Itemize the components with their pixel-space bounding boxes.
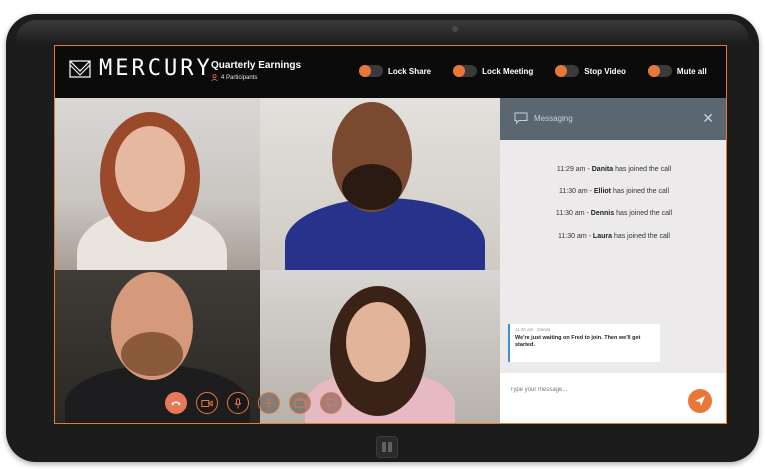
meeting-info: Quarterly Earnings 4 Participants [211,60,301,81]
message-text: has joined the call [612,188,670,195]
send-button[interactable] [688,389,712,413]
message-text: has joined the call [613,233,670,240]
video-tile-1[interactable] [55,98,260,270]
message-icon [514,112,528,124]
participant-count-label: 4 Participants [221,74,258,81]
top-bar: MERCURY Quarterly Earnings 4 Participant… [55,46,726,98]
lock-share-control[interactable]: Lock Share [359,65,431,77]
microphone-button[interactable] [227,392,249,414]
participant-count: 4 Participants [211,74,301,81]
video-button[interactable] [196,392,218,414]
hang-up-button[interactable] [165,392,187,414]
video-camera-icon [201,399,213,407]
send-icon [695,396,705,406]
message-time: 11:30 am [555,210,585,217]
app-screen: MERCURY Quarterly Earnings 4 Participant… [54,45,727,424]
chat-sender: Danita [537,327,551,332]
messaging-title: Messaging [534,114,573,123]
stop-video-label: Stop Video [584,66,626,76]
video-tile-2[interactable] [260,98,500,270]
chat-time: 11:30 am [515,327,534,332]
chat-icon [326,398,336,408]
front-camera [452,26,458,32]
mute-all-control[interactable]: Mute all [647,65,707,77]
message-text: has joined the call [616,210,673,217]
lock-meeting-toggle[interactable] [453,65,478,77]
system-message: 11:30 am - Laura has joined the call [558,233,670,240]
meeting-controls: Lock Share Lock Meeting Stop Video Mute … [359,65,726,77]
lock-meeting-label: Lock Meeting [482,66,534,76]
lock-meeting-control[interactable]: Lock Meeting [453,65,533,77]
tablet-bezel-highlight [16,20,749,44]
chat-text: We're just waiting on Fred to join. Then… [515,335,641,348]
system-message: 11:30 am - Dennis has joined the call [555,210,673,217]
lock-share-toggle[interactable] [359,65,383,77]
add-icon [265,399,273,407]
add-participant-button[interactable] [258,392,280,414]
message-name: Elliot [593,188,612,195]
system-message: 11:29 am - Danita has joined the call [556,166,672,173]
app-logo: MERCURY [69,58,213,80]
stop-video-control[interactable]: Stop Video [555,65,626,77]
message-time: 11:29 am [556,166,586,173]
app-name: MERCURY [99,56,213,81]
message-name: Dennis [590,210,615,217]
messaging-header: Messaging ✕ [500,98,726,140]
message-name: Laura [592,233,612,240]
participant-beard [342,164,402,210]
messaging-panel: Messaging ✕ 11:29 am - Danita has joined… [500,98,726,423]
participant-face [115,126,185,212]
message-time: 11:30 am [558,233,587,240]
mute-all-label: Mute all [676,66,707,76]
mute-all-toggle[interactable] [647,65,672,77]
screen-share-button[interactable] [289,392,311,414]
chat-message: 11:30 am Danita We're just waiting on Fr… [508,324,660,362]
lock-share-label: Lock Share [388,66,432,76]
mercury-logo-icon [69,60,91,78]
screen-share-icon [294,398,306,408]
stop-video-toggle[interactable] [555,65,580,77]
message-composer [500,373,726,423]
message-input[interactable] [508,383,672,397]
message-text: has joined the call [615,166,672,173]
meeting-title: Quarterly Earnings [211,60,302,71]
person-icon [211,74,218,81]
close-icon[interactable]: ✕ [702,110,714,127]
message-name: Danita [591,166,614,173]
microphone-icon [234,397,242,408]
call-toolbar [165,392,342,414]
participant-beard [121,332,183,376]
chat-message-meta: 11:30 am Danita [515,327,655,332]
chat-button[interactable] [320,392,342,414]
system-message: 11:30 am - Elliot has joined the call [558,188,670,195]
participant-face [346,302,410,382]
message-time: 11:30 am [558,188,588,195]
hang-up-icon [171,401,181,406]
home-button[interactable] [376,436,398,458]
